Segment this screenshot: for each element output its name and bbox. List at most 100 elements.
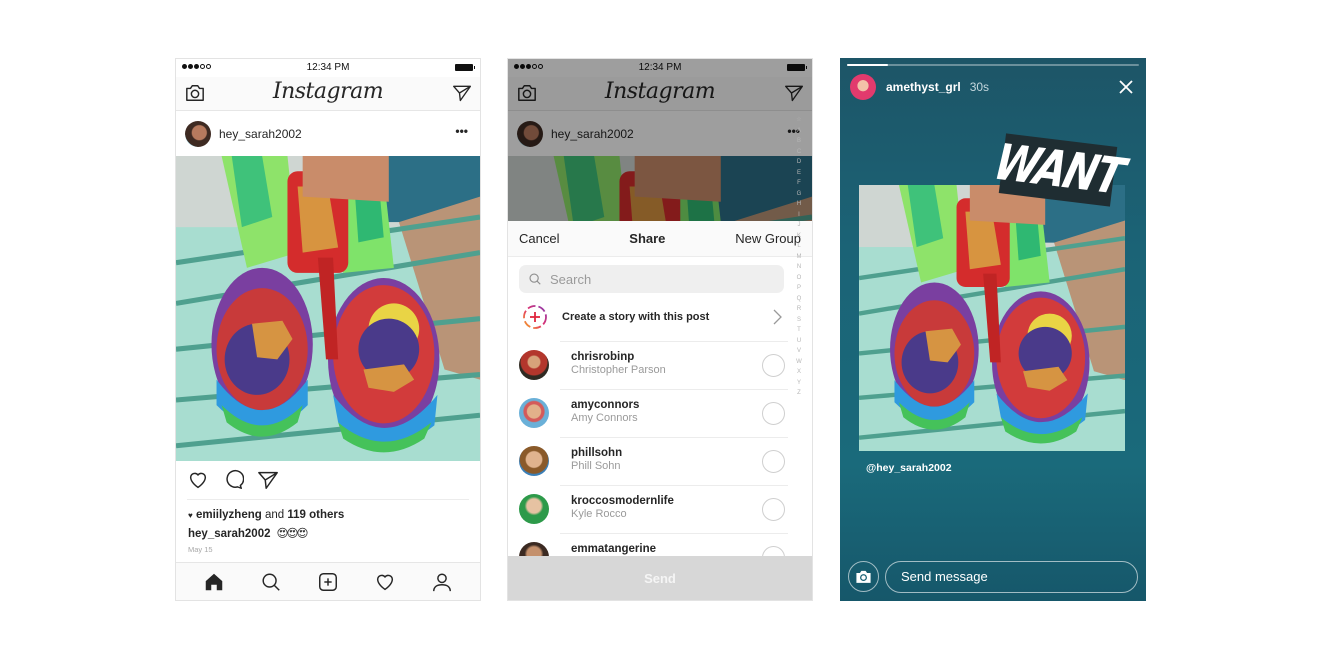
profile-icon[interactable]	[431, 571, 453, 593]
contact-text: kroccosmodernlife Kyle Rocco	[560, 485, 788, 533]
index-letter[interactable]: O	[797, 273, 802, 284]
contact-fullname: Christopher Parson	[571, 364, 666, 376]
select-radio[interactable]	[762, 402, 785, 425]
contact-username: chrisrobinp	[571, 351, 635, 363]
post-header: hey_sarah2002 •••	[176, 111, 480, 156]
activity-heart-icon[interactable]	[374, 571, 396, 593]
story-avatar[interactable]	[850, 74, 876, 100]
select-radio[interactable]	[762, 450, 785, 473]
index-letter[interactable]: L	[797, 241, 800, 252]
story-username[interactable]: amethyst_grl	[886, 80, 961, 94]
post-photo[interactable]	[176, 156, 480, 461]
caption-username[interactable]: hey_sarah2002	[188, 528, 270, 540]
index-letter[interactable]: P	[797, 283, 801, 294]
story-camera-button[interactable]	[848, 561, 879, 592]
post-actions	[176, 461, 480, 499]
index-letter[interactable]: A	[797, 126, 801, 137]
index-letter[interactable]: B	[797, 136, 801, 147]
index-letter[interactable]: Q	[797, 294, 802, 305]
shared-post-sticker[interactable]	[859, 185, 1125, 451]
story-progress-bar	[847, 64, 1139, 66]
search-input[interactable]: Search	[519, 265, 784, 293]
dim-overlay[interactable]	[508, 59, 812, 221]
create-story-label: Create a story with this post	[562, 311, 710, 323]
post-username[interactable]: hey_sarah2002	[219, 127, 302, 141]
index-letter[interactable]: V	[797, 346, 801, 357]
likes-summary[interactable]: ♥ emiilyzheng and 119 others	[176, 500, 480, 521]
search-icon[interactable]	[260, 571, 282, 593]
contact-row[interactable]: kroccosmodernlife Kyle Rocco	[508, 485, 812, 533]
chevron-right-icon	[773, 309, 782, 325]
post-mention[interactable]: @hey_sarah2002	[866, 462, 952, 474]
search-icon	[529, 273, 541, 285]
contact-username: kroccosmodernlife	[571, 495, 674, 507]
contact-avatar	[519, 446, 549, 476]
send-button[interactable]: Send	[508, 556, 812, 600]
send-message-input[interactable]: Send message	[885, 561, 1138, 593]
index-letter[interactable]: ☆	[796, 115, 801, 126]
select-radio[interactable]	[762, 354, 785, 377]
index-letter[interactable]: U	[797, 336, 801, 347]
search-placeholder: Search	[550, 271, 592, 287]
cancel-button[interactable]: Cancel	[519, 231, 559, 246]
contact-row[interactable]: chrisrobinp Christopher Parson	[508, 341, 812, 389]
contact-username: emmatangerine	[571, 543, 657, 555]
top-navbar: Instagram	[176, 77, 480, 111]
contact-avatar	[519, 494, 549, 524]
index-letter[interactable]: Y	[797, 378, 801, 389]
index-letter[interactable]: S	[797, 315, 801, 326]
feed-screen: 12:34 PM Instagram hey_sarah2002 ••• ♥ e…	[175, 58, 481, 601]
alphabet-index[interactable]: ☆ A B C D E F G H I J K L M N O P Q R S T U V W X Y Z	[792, 115, 806, 399]
index-letter[interactable]: N	[797, 262, 801, 273]
index-letter[interactable]: W	[796, 357, 802, 368]
direct-message-icon[interactable]	[452, 83, 472, 103]
index-letter[interactable]: E	[797, 168, 801, 179]
share-icon[interactable]	[257, 469, 279, 491]
share-sheet-header: Cancel Share New Group	[508, 221, 812, 257]
index-letter[interactable]: Z	[797, 388, 801, 399]
index-letter[interactable]: R	[797, 304, 801, 315]
create-story-row[interactable]: Create a story with this post	[508, 293, 812, 341]
story-header: amethyst_grl 30s	[850, 74, 1136, 100]
likes-connector: and	[264, 509, 285, 521]
message-placeholder: Send message	[901, 569, 988, 584]
status-bar: 12:34 PM	[176, 59, 480, 77]
contact-avatar	[519, 350, 549, 380]
index-letter[interactable]: H	[797, 199, 801, 210]
home-icon[interactable]	[203, 571, 225, 593]
liked-by-user[interactable]: emiilyzheng	[196, 509, 262, 521]
small-heart-icon: ♥	[188, 511, 193, 520]
story-progress-fill	[847, 64, 888, 66]
index-letter[interactable]: F	[797, 178, 801, 189]
index-letter[interactable]: M	[797, 252, 802, 263]
share-sheet-title: Share	[629, 231, 666, 246]
heart-icon[interactable]	[187, 469, 209, 491]
avatar[interactable]	[185, 120, 211, 147]
index-letter[interactable]: C	[797, 147, 801, 158]
index-letter[interactable]: K	[797, 231, 801, 242]
close-icon[interactable]	[1118, 79, 1134, 95]
add-post-icon[interactable]	[317, 571, 339, 593]
contact-row[interactable]: phillsohn Phill Sohn	[508, 437, 812, 485]
app-logo: Instagram	[272, 79, 384, 104]
contact-username: amyconnors	[571, 399, 640, 411]
contact-list: chrisrobinp Christopher Parson amyconnors A…	[508, 341, 812, 581]
contact-username: phillsohn	[571, 447, 623, 459]
likes-count[interactable]: 119 others	[287, 509, 344, 521]
story-time: 30s	[969, 80, 990, 94]
index-letter[interactable]: J	[798, 220, 801, 231]
select-radio[interactable]	[762, 498, 785, 521]
index-letter[interactable]: T	[797, 325, 801, 336]
index-letter[interactable]: I	[798, 210, 800, 221]
index-letter[interactable]: G	[797, 189, 802, 200]
index-letter[interactable]: D	[797, 157, 801, 168]
contact-text: chrisrobinp Christopher Parson	[560, 341, 788, 389]
battery-icon	[455, 64, 475, 71]
photo-image	[176, 156, 480, 461]
comment-icon[interactable]	[222, 469, 244, 491]
contact-row[interactable]: amyconnors Amy Connors	[508, 389, 812, 437]
index-letter[interactable]: X	[797, 367, 801, 378]
more-options-button[interactable]: •••	[455, 124, 468, 138]
camera-icon	[856, 570, 871, 583]
story-screen: amethyst_grl 30s WANT @hey_sarah2002 Sen…	[840, 58, 1146, 601]
